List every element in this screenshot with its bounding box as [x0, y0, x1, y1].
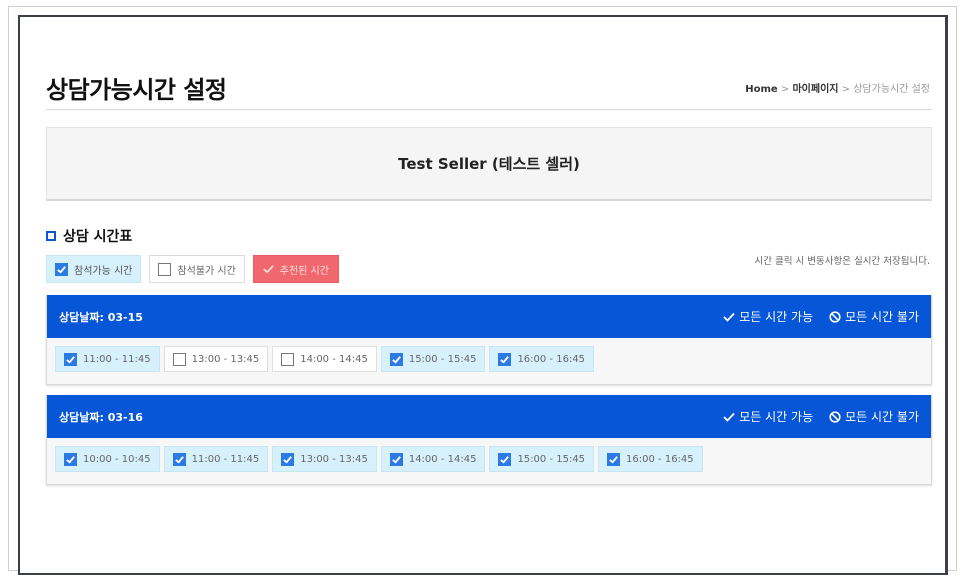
ban-icon [829, 410, 841, 423]
time-slot[interactable]: 11:00 - 11:45 [163, 446, 269, 472]
check-icon [263, 264, 274, 274]
unchecked-checkbox-icon [172, 352, 186, 366]
day-date-label: 상담날짜: 03-16 [59, 410, 143, 424]
time-slot-label: 14:00 - 14:45 [408, 453, 477, 465]
section-title: 상담 시간표 [46, 226, 132, 246]
page-container: 상담가능시간 설정 Home > 마이페이지 > 상담가능시간 설정 Test … [46, 0, 932, 577]
seller-name: Test Seller (테스트 셀러) [398, 155, 580, 173]
page-title: 상담가능시간 설정 [46, 76, 227, 104]
time-slot-label: 15:00 - 15:45 [517, 453, 586, 465]
all-available-button[interactable]: 모든 시간 가능 [723, 308, 813, 325]
time-slot[interactable]: 11:00 - 11:45 [55, 346, 160, 372]
time-slot-label: 11:00 - 11:45 [191, 453, 260, 465]
all-unavailable-button[interactable]: 모든 시간 불가 [829, 408, 919, 425]
checked-checkbox-icon [64, 452, 77, 466]
time-slot-label: 13:00 - 13:45 [300, 453, 368, 465]
time-slot[interactable]: 16:00 - 16:45 [598, 446, 703, 472]
time-slot[interactable]: 14:00 - 14:45 [380, 446, 486, 472]
breadcrumb-separator: > [777, 84, 793, 95]
all-available-label: 모든 시간 가능 [739, 410, 814, 424]
autosave-note: 시간 클릭 시 변동사항은 실시간 저장됩니다. [754, 256, 930, 267]
checked-checkbox-icon [389, 452, 403, 466]
time-slot[interactable]: 16:00 - 16:45 [489, 346, 595, 372]
slot-list: 11:00 - 11:45 13:00 - 13:45 14:00 - 14:4… [47, 338, 931, 380]
day-actions: 모든 시간 가능 모든 시간 불가 [707, 408, 919, 425]
checked-checkbox-icon [498, 352, 512, 366]
day-date-label: 상담날짜: 03-15 [59, 310, 143, 324]
check-icon [723, 412, 735, 422]
time-slot-label: 16:00 - 16:45 [626, 453, 694, 465]
time-slot-label: 14:00 - 14:45 [300, 353, 368, 365]
section-title-text: 상담 시간표 [63, 229, 133, 245]
day-actions: 모든 시간 가능 모든 시간 불가 [707, 308, 919, 325]
legend-selected: 추천된 시간 [252, 255, 339, 283]
checked-checkbox-icon [64, 352, 77, 366]
square-bullet-icon [46, 231, 56, 241]
breadcrumb-current: 상담가능시간 설정 [853, 84, 930, 95]
day-panel: 상담날짜: 03-16 모든 시간 가능 모든 시간 불가 10:00 - 10… [46, 395, 932, 485]
time-slot-label: 13:00 - 13:45 [191, 353, 260, 365]
all-unavailable-label: 모든 시간 불가 [845, 310, 919, 324]
breadcrumb-mypage[interactable]: 마이페이지 [792, 84, 838, 95]
time-slot-label: 10:00 - 10:45 [83, 453, 151, 465]
title-divider [46, 109, 932, 110]
legend-unavailable: 참석불가 시간 [149, 255, 245, 283]
legend-available: 참석가능 시간 [46, 255, 142, 283]
all-unavailable-button[interactable]: 모든 시간 불가 [829, 308, 919, 325]
checked-checkbox-icon [607, 452, 621, 466]
time-slot-label: 11:00 - 11:45 [83, 353, 151, 365]
breadcrumb: Home > 마이페이지 > 상담가능시간 설정 [745, 80, 930, 95]
time-slot[interactable]: 13:00 - 13:45 [272, 446, 377, 472]
legend-available-label: 참석가능 시간 [74, 265, 133, 277]
breadcrumb-home[interactable]: Home [745, 84, 777, 95]
checked-checkbox-icon [172, 452, 186, 466]
all-available-button[interactable]: 모든 시간 가능 [723, 408, 813, 425]
time-slot-label: 16:00 - 16:45 [517, 353, 586, 365]
time-slot[interactable]: 15:00 - 15:45 [489, 446, 595, 472]
day-header: 상담날짜: 03-16 모든 시간 가능 모든 시간 불가 [47, 395, 931, 438]
time-slot[interactable]: 14:00 - 14:45 [272, 346, 377, 372]
breadcrumb-separator: > [838, 84, 854, 95]
all-unavailable-label: 모든 시간 불가 [845, 410, 919, 424]
checked-checkbox-icon [389, 352, 403, 366]
ban-icon [829, 310, 841, 323]
slot-list: 10:00 - 10:45 11:00 - 11:45 13:00 - 13:4… [47, 438, 931, 480]
unchecked-checkbox-icon [158, 262, 172, 276]
checked-checkbox-icon [498, 452, 512, 466]
all-available-label: 모든 시간 가능 [739, 310, 814, 324]
unchecked-checkbox-icon [281, 352, 295, 366]
time-slot-label: 15:00 - 15:45 [408, 353, 477, 365]
time-slot[interactable]: 10:00 - 10:45 [55, 446, 160, 472]
day-header: 상담날짜: 03-15 모든 시간 가능 모든 시간 불가 [47, 295, 931, 338]
checked-checkbox-icon [281, 452, 295, 466]
time-slot[interactable]: 15:00 - 15:45 [380, 346, 486, 372]
checked-checkbox-icon [55, 262, 68, 276]
time-slot[interactable]: 13:00 - 13:45 [163, 346, 269, 372]
legend-selected-label: 추천된 시간 [279, 265, 329, 277]
check-icon [723, 312, 735, 322]
day-panel: 상담날짜: 03-15 모든 시간 가능 모든 시간 불가 11:00 - 11… [46, 295, 932, 385]
seller-box: Test Seller (테스트 셀러) [46, 127, 932, 201]
legend: 참석가능 시간 참석불가 시간 추천된 시간 [46, 255, 347, 283]
legend-unavailable-label: 참석불가 시간 [177, 265, 236, 277]
